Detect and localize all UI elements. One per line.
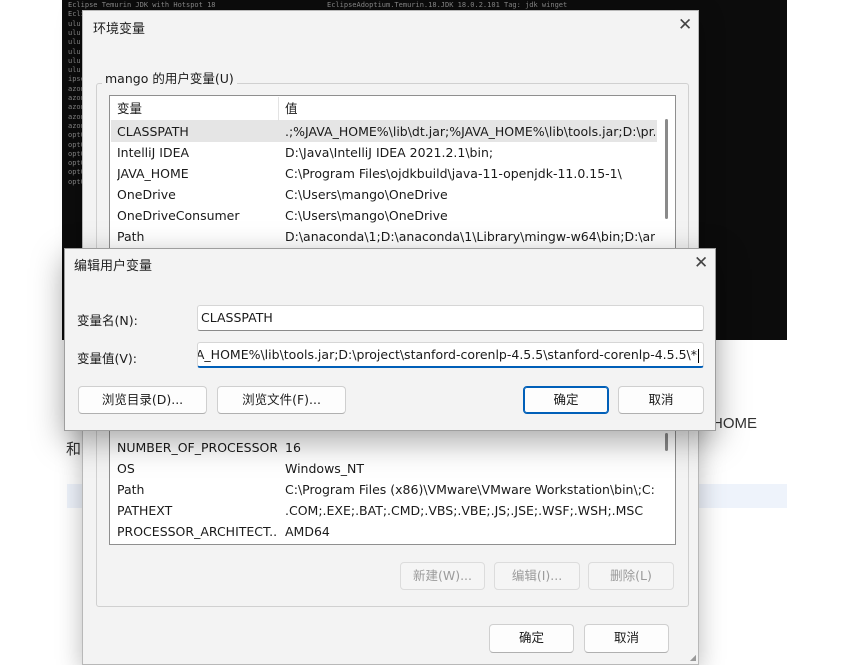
var-value: D:\Java\IntelliJ IDEA 2021.2.1\bin; bbox=[285, 145, 494, 160]
sys-var-row-processors[interactable]: NUMBER_OF_PROCESSORS 16 bbox=[111, 437, 657, 458]
ok-button[interactable]: 确定 bbox=[523, 386, 609, 414]
variable-name-text: CLASSPATH bbox=[201, 310, 273, 325]
scrollbar-thumb[interactable] bbox=[665, 119, 668, 219]
column-header-value[interactable]: 值 bbox=[285, 97, 298, 121]
text-caret bbox=[698, 348, 699, 363]
var-name: NUMBER_OF_PROCESSORS bbox=[117, 440, 277, 455]
edit-system-var-button[interactable]: 编辑(I)... bbox=[494, 562, 580, 590]
edit-dialog-title: 编辑用户变量 bbox=[74, 259, 153, 274]
browse-directory-button[interactable]: 浏览目录(D)... bbox=[78, 386, 207, 414]
browse-file-button[interactable]: 浏览文件(F)... bbox=[217, 386, 346, 414]
terminal-line: ulu bbox=[68, 28, 81, 37]
dialog-title: 环境变量 bbox=[93, 22, 146, 37]
user-variables-label: mango 的用户变量(U) bbox=[102, 68, 237, 87]
sys-var-row-path[interactable]: Path C:\Program Files (x86)\VMware\VMwar… bbox=[111, 479, 657, 500]
terminal-line-detail: EclipseAdoptium.Temurin.18.JDK 18.0.2.10… bbox=[327, 1, 568, 9]
variable-value-text: &JAVA_HOME%\lib\tools.jar;D:\project\sta… bbox=[197, 347, 697, 362]
variable-name-input[interactable]: CLASSPATH bbox=[197, 305, 704, 331]
sys-var-row-pathext[interactable]: PATHEXT .COM;.EXE;.BAT;.CMD;.VBS;.VBE;.J… bbox=[111, 500, 657, 521]
var-value: 16 bbox=[285, 440, 301, 455]
cancel-button[interactable]: 取消 bbox=[618, 386, 704, 414]
terminal-line: ulu bbox=[68, 66, 81, 75]
list-header: 变量 值 bbox=[111, 97, 657, 121]
user-variables-list[interactable]: 变量 值 CLASSPATH .;%JAVA_HOME%\lib\dt.jar;… bbox=[109, 95, 676, 255]
user-list-scrollbar[interactable] bbox=[658, 97, 675, 253]
terminal-line: ulu bbox=[68, 38, 81, 47]
var-value: C:\Users\mango\OneDrive bbox=[285, 187, 448, 202]
var-value: Windows_NT bbox=[285, 461, 365, 476]
variable-value-label: 变量值(V): bbox=[77, 351, 138, 366]
sys-var-row-processor-arch[interactable]: PROCESSOR_ARCHITECT... AMD64 bbox=[111, 521, 657, 542]
terminal-line: ulu bbox=[68, 56, 81, 65]
var-name: Path bbox=[117, 482, 145, 497]
var-value: .;%JAVA_HOME%\lib\dt.jar;%JAVA_HOME%\lib… bbox=[285, 124, 655, 139]
close-icon[interactable]: ✕ bbox=[678, 17, 692, 34]
variable-value-input[interactable]: &JAVA_HOME%\lib\tools.jar;D:\project\sta… bbox=[197, 342, 704, 368]
delete-system-var-button[interactable]: 删除(L) bbox=[588, 562, 674, 590]
new-system-var-button[interactable]: 新建(W)... bbox=[400, 562, 485, 590]
column-separator bbox=[278, 97, 279, 121]
var-name: Path bbox=[117, 229, 145, 244]
var-value: C:\Users\mango\OneDrive bbox=[285, 208, 448, 223]
user-var-row-classpath[interactable]: CLASSPATH .;%JAVA_HOME%\lib\dt.jar;%JAVA… bbox=[111, 121, 657, 142]
var-name: JAVA_HOME bbox=[117, 166, 189, 181]
var-name: CLASSPATH bbox=[117, 124, 189, 139]
var-name: IntelliJ IDEA bbox=[117, 145, 190, 160]
user-var-row-onedrive[interactable]: OneDrive C:\Users\mango\OneDrive bbox=[111, 184, 657, 205]
terminal-line: ulu bbox=[68, 47, 81, 56]
edit-user-variable-dialog: 编辑用户变量 ✕ 变量名(N): CLASSPATH 变量值(V): &JAVA… bbox=[64, 248, 716, 431]
ok-button[interactable]: 确定 bbox=[489, 624, 574, 653]
var-value: AMD64 bbox=[285, 524, 330, 539]
var-name: PATHEXT bbox=[117, 503, 173, 518]
var-name: OneDrive bbox=[117, 187, 176, 202]
var-value: D:\anaconda\1;D:\anaconda\1\Library\ming… bbox=[285, 229, 655, 244]
user-var-row-java-home[interactable]: JAVA_HOME C:\Program Files\ojdkbuild\jav… bbox=[111, 163, 657, 184]
background-text-home: HOME bbox=[712, 415, 757, 432]
scrollbar-thumb[interactable] bbox=[665, 433, 668, 451]
resize-grip-icon[interactable]: ◢ bbox=[690, 653, 696, 662]
var-name: OS bbox=[117, 461, 135, 476]
column-header-name[interactable]: 变量 bbox=[117, 97, 142, 121]
background-text-he: 和 bbox=[66, 441, 82, 458]
variable-name-label: 变量名(N): bbox=[77, 313, 138, 328]
user-var-row-onedrive-consumer[interactable]: OneDriveConsumer C:\Users\mango\OneDrive bbox=[111, 205, 657, 226]
var-name: PROCESSOR_ARCHITECT... bbox=[117, 524, 277, 539]
close-icon[interactable]: ✕ bbox=[694, 255, 708, 272]
terminal-line: ulu bbox=[68, 19, 81, 28]
user-var-row-intellij[interactable]: IntelliJ IDEA D:\Java\IntelliJ IDEA 2021… bbox=[111, 142, 657, 163]
var-value: C:\Program Files (x86)\VMware\VMware Wor… bbox=[285, 482, 655, 497]
var-value: C:\Program Files\ojdkbuild\java-11-openj… bbox=[285, 166, 622, 181]
cancel-button[interactable]: 取消 bbox=[584, 624, 669, 653]
var-value: .COM;.EXE;.BAT;.CMD;.VBS;.VBE;.JS;.JSE;.… bbox=[285, 503, 644, 518]
terminal-line: Eclipse Temurin JDK with Hotspot 18 bbox=[68, 1, 216, 9]
sys-var-row-os[interactable]: OS Windows_NT bbox=[111, 458, 657, 479]
var-name: OneDriveConsumer bbox=[117, 208, 240, 223]
user-var-row-path[interactable]: Path D:\anaconda\1;D:\anaconda\1\Library… bbox=[111, 226, 657, 247]
